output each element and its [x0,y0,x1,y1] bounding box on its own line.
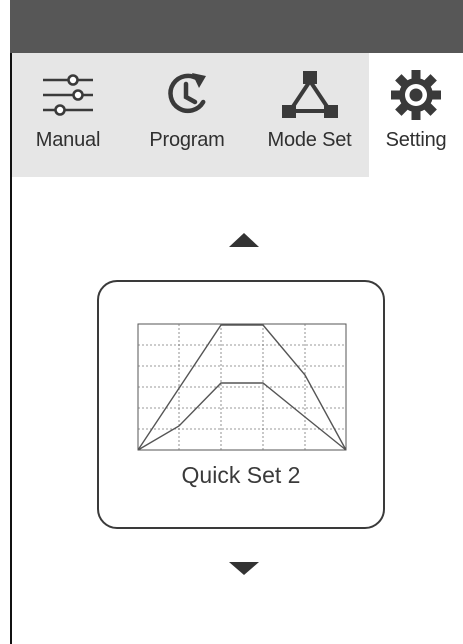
triangle-nodes-icon [250,67,369,123]
tab-manual[interactable]: Manual [12,53,124,177]
tab-mode-set[interactable]: Mode Set [250,53,369,177]
top-bar [10,0,463,53]
scroll-down-button[interactable] [214,550,274,586]
tab-label-program: Program [149,129,225,151]
arrow-up-icon [229,233,259,247]
tab-setting[interactable]: Setting [369,53,463,177]
gear-icon [369,67,463,123]
clock-refresh-icon [124,67,250,123]
tab-strip: Manual Program Mode Set Setting [12,53,463,177]
speed-profile-graph-icon [137,323,347,451]
sliders-icon [12,67,124,123]
arrow-down-icon [229,562,259,575]
tab-label-manual: Manual [35,129,101,151]
scroll-up-button[interactable] [214,222,274,258]
preset-card[interactable]: Quick Set 2 [97,280,385,529]
tab-program[interactable]: Program [124,53,250,177]
preset-name: Quick Set 2 [181,462,301,488]
tab-label-setting: Setting [385,129,447,151]
tab-label-mode-set: Mode Set [267,129,352,151]
